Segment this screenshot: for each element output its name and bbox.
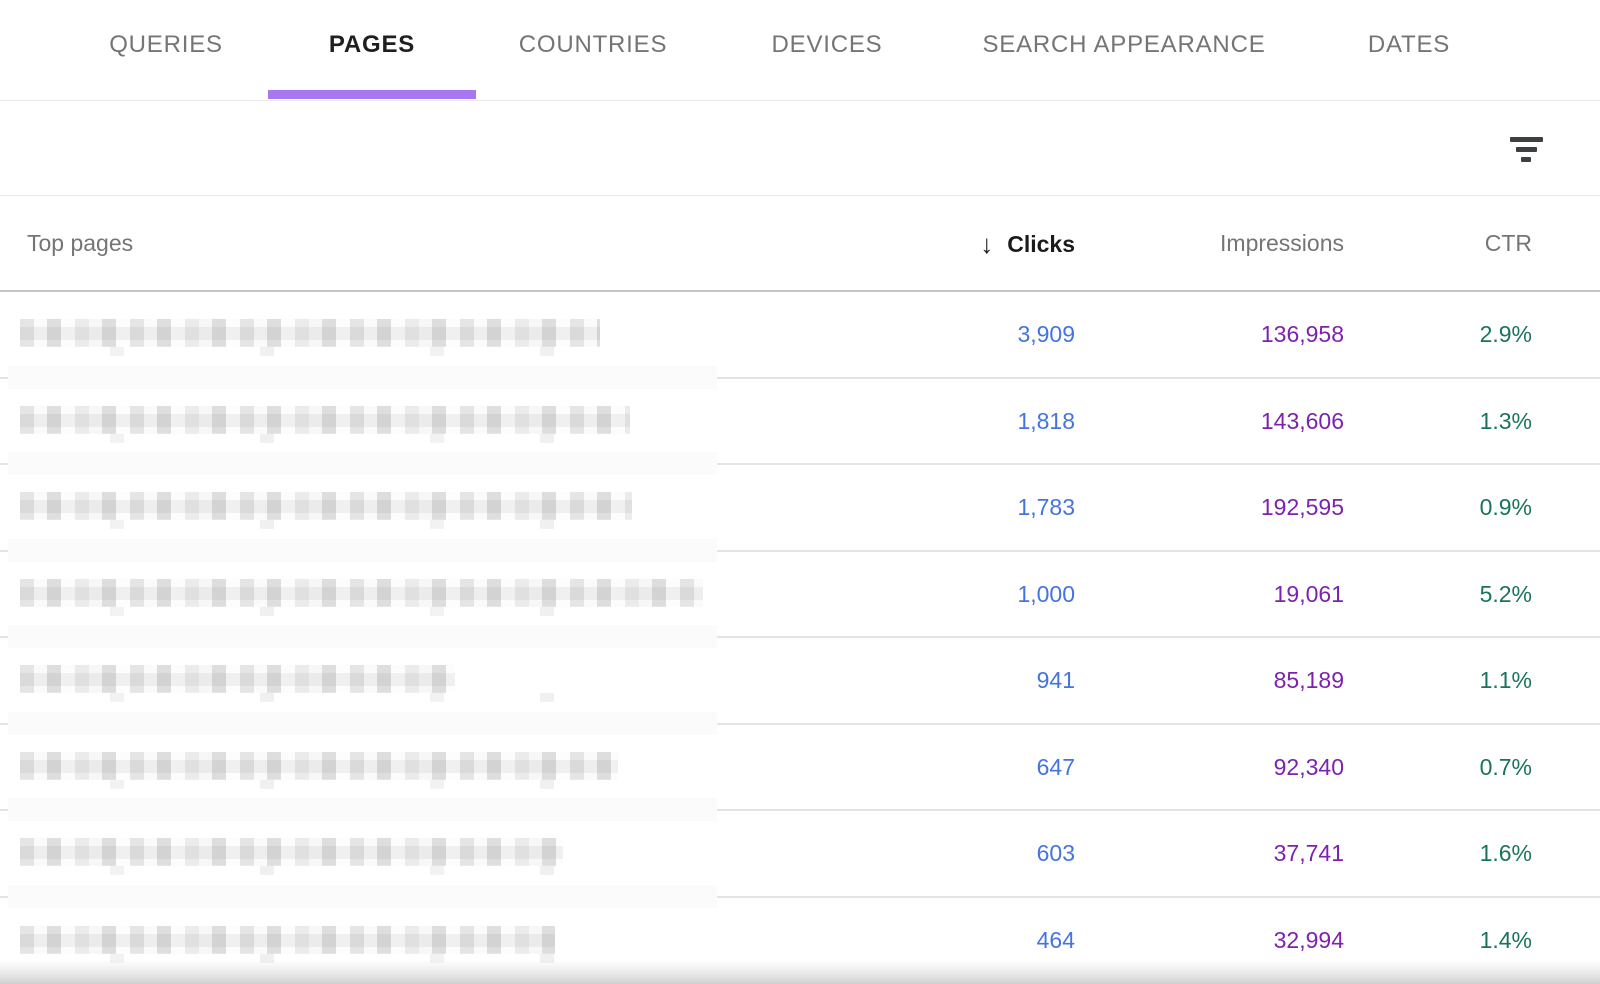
- blur-patch: [8, 452, 717, 475]
- blur-patch: [8, 366, 717, 389]
- impressions-value: 85,189: [1274, 638, 1344, 723]
- table-row[interactable]: 941 85,189 1.1%: [0, 638, 1600, 725]
- bottom-cutoff-fade: [0, 960, 1600, 984]
- active-tab-underline: [268, 90, 476, 99]
- blur-patch: [8, 712, 717, 735]
- column-header-ctr[interactable]: CTR: [1485, 196, 1532, 290]
- table-header-row: Top pages ↓ Clicks Impressions CTR: [0, 196, 1600, 292]
- clicks-value: 1,000: [1017, 552, 1075, 637]
- impressions-value: 92,340: [1274, 725, 1344, 810]
- tab-devices[interactable]: DEVICES: [772, 30, 883, 60]
- clicks-value: 1,783: [1017, 465, 1075, 550]
- table-row[interactable]: 603 37,741 1.6%: [0, 811, 1600, 898]
- blur-patch: [8, 798, 717, 821]
- impressions-value: 143,606: [1261, 379, 1344, 464]
- page-url-redacted: [20, 579, 703, 607]
- column-header-clicks[interactable]: ↓ Clicks: [980, 196, 1075, 291]
- search-console-performance-screen: QUERIES PAGES COUNTRIES DEVICES SEARCH A…: [0, 0, 1600, 984]
- page-url-redacted: [20, 319, 600, 347]
- filter-list-icon: [1510, 137, 1543, 162]
- blur-patch: [8, 539, 717, 562]
- ctr-value: 1.3%: [1480, 379, 1532, 464]
- impressions-value: 19,061: [1274, 552, 1344, 637]
- tab-search-appearance[interactable]: SEARCH APPEARANCE: [982, 30, 1265, 60]
- page-url-redacted: [20, 406, 630, 434]
- page-url-redacted: [20, 492, 632, 520]
- ctr-value: 2.9%: [1480, 292, 1532, 377]
- ctr-value: 1.1%: [1480, 638, 1532, 723]
- clicks-value: 1,818: [1017, 379, 1075, 464]
- impressions-value: 192,595: [1261, 465, 1344, 550]
- filter-toolbar: [0, 101, 1600, 195]
- sort-descending-arrow-icon: ↓: [980, 229, 993, 259]
- ctr-value: 5.2%: [1480, 552, 1532, 637]
- page-url-redacted: [20, 665, 455, 693]
- clicks-value: 647: [1037, 725, 1075, 810]
- table-row[interactable]: 1,818 143,606 1.3%: [0, 379, 1600, 466]
- table-row[interactable]: 1,783 192,595 0.9%: [0, 465, 1600, 552]
- tab-queries[interactable]: QUERIES: [109, 30, 223, 60]
- page-url-redacted: [20, 926, 555, 954]
- impressions-value: 37,741: [1274, 811, 1344, 896]
- top-pages-table-body: 3,909 136,958 2.9% 1,818 143,606 1.3% 1,…: [0, 292, 1600, 984]
- ctr-value: 1.6%: [1480, 811, 1532, 896]
- table-row[interactable]: 1,000 19,061 5.2%: [0, 552, 1600, 639]
- tab-countries[interactable]: COUNTRIES: [519, 30, 668, 60]
- page-url-redacted: [20, 838, 563, 866]
- ctr-value: 0.7%: [1480, 725, 1532, 810]
- tab-dates[interactable]: DATES: [1368, 30, 1450, 60]
- column-header-impressions[interactable]: Impressions: [1220, 196, 1344, 290]
- column-header-top-pages: Top pages: [27, 196, 133, 290]
- clicks-value: 941: [1037, 638, 1075, 723]
- page-url-redacted: [20, 752, 618, 780]
- impressions-value: 136,958: [1261, 292, 1344, 377]
- clicks-value: 3,909: [1017, 292, 1075, 377]
- table-row[interactable]: 3,909 136,958 2.9%: [0, 292, 1600, 379]
- blur-patch: [8, 885, 717, 908]
- clicks-value: 603: [1037, 811, 1075, 896]
- table-row[interactable]: 647 92,340 0.7%: [0, 725, 1600, 812]
- ctr-value: 0.9%: [1480, 465, 1532, 550]
- clicks-header-label: Clicks: [1007, 231, 1075, 257]
- blur-patch: [8, 625, 717, 648]
- filter-button[interactable]: [1500, 123, 1552, 175]
- tab-pages[interactable]: PAGES: [329, 30, 415, 60]
- report-tabbar: QUERIES PAGES COUNTRIES DEVICES SEARCH A…: [0, 0, 1600, 100]
